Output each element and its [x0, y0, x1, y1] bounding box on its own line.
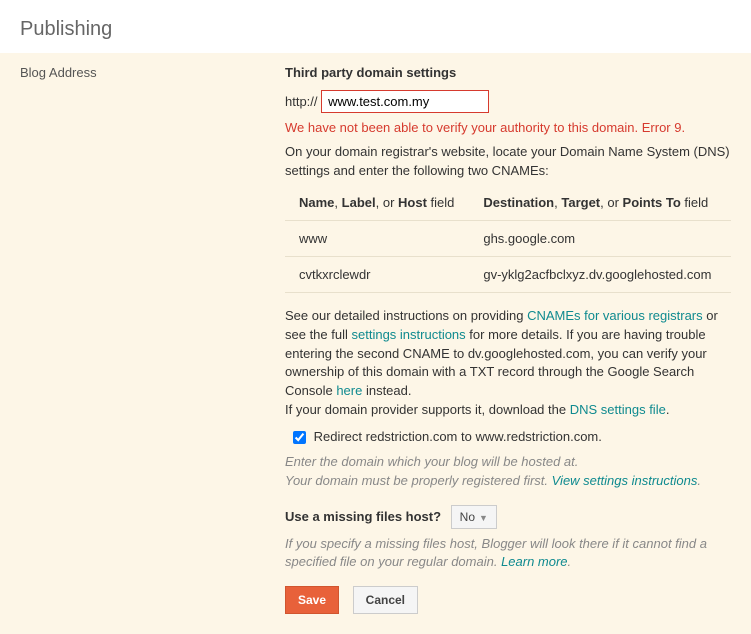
error-message: We have not been able to verify your aut…: [285, 119, 731, 137]
save-button[interactable]: Save: [285, 586, 339, 614]
col-name-header: Name, Label, or Host field: [285, 189, 469, 221]
link-search-console-here[interactable]: here: [336, 383, 362, 398]
link-view-settings-instructions[interactable]: View settings instructions: [552, 473, 698, 488]
domain-input[interactable]: [321, 90, 489, 113]
missing-files-row: Use a missing files host? No▼: [285, 505, 731, 529]
col-dest-header: Destination, Target, or Points To field: [469, 189, 731, 221]
hint-domain: Enter the domain which your blog will be…: [285, 453, 731, 491]
redirect-checkbox[interactable]: [293, 431, 306, 444]
link-settings-instructions[interactable]: settings instructions: [352, 327, 466, 342]
label-blog-address: Blog Address: [20, 65, 285, 614]
link-learn-more[interactable]: Learn more: [501, 554, 567, 569]
redirect-row: Redirect redstriction.com to www.redstri…: [285, 428, 731, 447]
help-text: See our detailed instructions on providi…: [285, 307, 731, 420]
cancel-button[interactable]: Cancel: [353, 586, 418, 614]
url-prefix: http://: [285, 94, 321, 109]
chevron-down-icon: ▼: [479, 513, 488, 523]
link-dns-settings-file[interactable]: DNS settings file: [570, 402, 666, 417]
missing-files-dropdown[interactable]: No▼: [451, 505, 497, 529]
link-cname-registrars[interactable]: CNAMEs for various registrars: [527, 308, 703, 323]
cname-instructions: On your domain registrar's website, loca…: [285, 143, 731, 181]
header: Publishing: [0, 0, 751, 53]
table-row: www ghs.google.com: [285, 220, 731, 256]
cname-table: Name, Label, or Host field Destination, …: [285, 189, 731, 293]
hint-missing-files: If you specify a missing files host, Blo…: [285, 535, 731, 573]
redirect-label: Redirect redstriction.com to www.redstri…: [310, 429, 602, 444]
table-row: cvtkxrclewdr gv-yklg2acfbclxyz.dv.google…: [285, 256, 731, 292]
missing-files-label: Use a missing files host?: [285, 509, 441, 524]
page-title: Publishing: [20, 18, 731, 41]
domain-heading: Third party domain settings: [285, 65, 731, 80]
